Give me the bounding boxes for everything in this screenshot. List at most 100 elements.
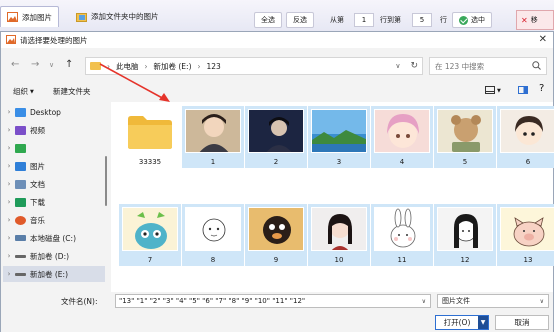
image-item[interactable]: 10	[308, 204, 370, 266]
view-options-button[interactable]: ▼	[485, 86, 501, 96]
image-item[interactable]: 5	[434, 106, 496, 168]
image-item[interactable]: 6	[497, 106, 554, 168]
image-item[interactable]: 9	[245, 204, 307, 266]
sidebar-item-drive-c[interactable]: › 本地磁盘 (C:)	[3, 230, 105, 246]
chevron-right-icon: ›	[7, 252, 11, 260]
sidebar-item-downloads[interactable]: › 下载	[3, 194, 105, 210]
image-thumbnail	[374, 207, 430, 251]
from-row-input[interactable]: 1	[354, 13, 374, 27]
refresh-icon[interactable]: ↻	[410, 61, 418, 71]
file-list: 33335 1 2 3 4 5 6 7 8 9 10 11 12 13	[111, 102, 554, 292]
breadcrumb-sep-icon: ›	[197, 61, 201, 71]
file-name: 8	[210, 256, 216, 264]
drive-icon	[15, 272, 26, 276]
folder-item[interactable]: 33335	[119, 106, 181, 168]
tab-add-folder-images[interactable]: 添加文件夹中的图片	[70, 6, 165, 27]
music-icon	[15, 215, 26, 225]
organize-button[interactable]: 组织 ▼	[13, 86, 34, 97]
address-row: ← → ∨ ↑ › 此电脑 › 新加卷 (E:) › 123 ∨ ↻ 在 123…	[1, 53, 553, 77]
breadcrumb-this-pc[interactable]: 此电脑	[116, 61, 139, 72]
image-thumbnail	[374, 109, 430, 153]
preview-pane-button[interactable]	[518, 86, 528, 96]
sidebar-item-videos[interactable]: › 视频	[3, 122, 105, 138]
file-name: 1	[210, 158, 216, 166]
image-thumbnail	[248, 207, 304, 251]
search-icon	[532, 60, 541, 72]
drive-icon	[15, 235, 26, 241]
chevron-down-icon[interactable]: ∨	[422, 298, 426, 305]
sidebar-item-label: 本地磁盘 (C:)	[30, 233, 76, 243]
filename-input[interactable]: "13" "1" "2" "3" "4" "5" "6" "7" "8" "9"…	[115, 294, 431, 308]
image-icon	[7, 12, 18, 22]
to-row-input[interactable]: 5	[412, 13, 432, 27]
address-bar[interactable]: › 此电脑 › 新加卷 (E:) › 123 ∨ ↻	[85, 57, 423, 75]
file-name: 10	[334, 256, 344, 264]
file-name: 2	[273, 158, 279, 166]
image-item[interactable]: 11	[371, 204, 433, 266]
cancel-button[interactable]: 取消	[495, 315, 549, 330]
sidebar-item-documents[interactable]: › 文档	[3, 176, 105, 192]
sidebar-item-desktop[interactable]: › Desktop	[3, 104, 105, 120]
desktop-icon	[15, 107, 26, 117]
sidebar-item-pictures[interactable]: › 图片	[3, 158, 105, 174]
search-input[interactable]: 在 123 中搜索	[429, 57, 547, 75]
caret-down-icon[interactable]: ▼	[478, 316, 488, 329]
chevron-down-icon[interactable]: ∨	[49, 61, 54, 69]
open-button[interactable]: 打开(O) ▼	[435, 315, 489, 330]
caret-down-icon: ▼	[30, 88, 34, 95]
file-name: 33335	[138, 158, 162, 166]
sidebar-item-drive-e[interactable]: › 新加卷 (E:)	[3, 266, 105, 282]
image-thumbnail	[185, 109, 241, 153]
image-item[interactable]: 12	[434, 204, 496, 266]
sidebar-scrollbar[interactable]	[105, 156, 107, 206]
file-name: 5	[462, 158, 468, 166]
view-icon	[485, 86, 495, 96]
image-thumbnail	[437, 207, 493, 251]
chevron-right-icon: ›	[7, 180, 11, 188]
breadcrumb-folder-123[interactable]: 123	[207, 62, 221, 71]
dialog-title: 请选择要处理的图片	[20, 35, 88, 45]
app-icon	[15, 143, 26, 153]
back-arrow-icon[interactable]: ←	[11, 59, 19, 70]
image-thumbnail	[248, 109, 304, 153]
tab-add-image[interactable]: 添加图片	[0, 6, 59, 27]
dialog-title-bar: 请选择要处理的图片	[1, 32, 553, 48]
sidebar-item-label: 新加卷 (D:)	[30, 251, 70, 261]
sidebar-item-music[interactable]: › 音乐	[3, 212, 105, 228]
dialog-footer: 文件名(N): "13" "1" "2" "3" "4" "5" "6" "7"…	[1, 292, 553, 332]
up-arrow-icon[interactable]: ↑	[65, 59, 73, 70]
chevron-down-icon[interactable]: ∨	[395, 62, 400, 70]
sidebar-item-label: 音乐	[30, 215, 45, 225]
search-placeholder: 在 123 中搜索	[435, 61, 485, 71]
breadcrumb-drive-e[interactable]: 新加卷 (E:)	[154, 61, 192, 72]
remove-button[interactable]: ✕ 移	[516, 10, 554, 30]
image-item[interactable]: 7	[119, 204, 181, 266]
sidebar-item-drive-d[interactable]: › 新加卷 (D:)	[3, 248, 105, 264]
image-item[interactable]: 13	[497, 204, 554, 266]
file-name: 3	[336, 158, 342, 166]
file-name: 6	[525, 158, 531, 166]
close-icon[interactable]: ✕	[539, 34, 547, 45]
chevron-right-icon: ›	[7, 108, 11, 116]
image-item[interactable]: 8	[182, 204, 244, 266]
image-item[interactable]: 2	[245, 106, 307, 168]
sidebar-item-unnamed[interactable]: ›	[3, 140, 105, 156]
select-rows-button[interactable]: 选中	[452, 12, 492, 28]
filename-label: 文件名(N):	[61, 297, 98, 306]
filetype-select[interactable]: 图片文件 ∨	[437, 294, 549, 308]
image-item[interactable]: 3	[308, 106, 370, 168]
help-icon[interactable]: ?	[539, 83, 544, 94]
invert-selection-button[interactable]: 反选	[286, 12, 314, 28]
to-label: 行到第	[380, 16, 401, 24]
select-all-button[interactable]: 全选	[254, 12, 282, 28]
organize-label: 组织	[13, 87, 28, 96]
image-item[interactable]: 1	[182, 106, 244, 168]
file-name: 11	[397, 256, 407, 264]
image-thumbnail	[500, 109, 554, 153]
image-item[interactable]: 4	[371, 106, 433, 168]
sidebar-item-label: 图片	[30, 161, 45, 171]
download-icon	[15, 197, 26, 207]
image-icon	[6, 34, 16, 46]
new-folder-button[interactable]: 新建文件夹	[53, 86, 91, 97]
forward-arrow-icon[interactable]: →	[31, 59, 39, 70]
